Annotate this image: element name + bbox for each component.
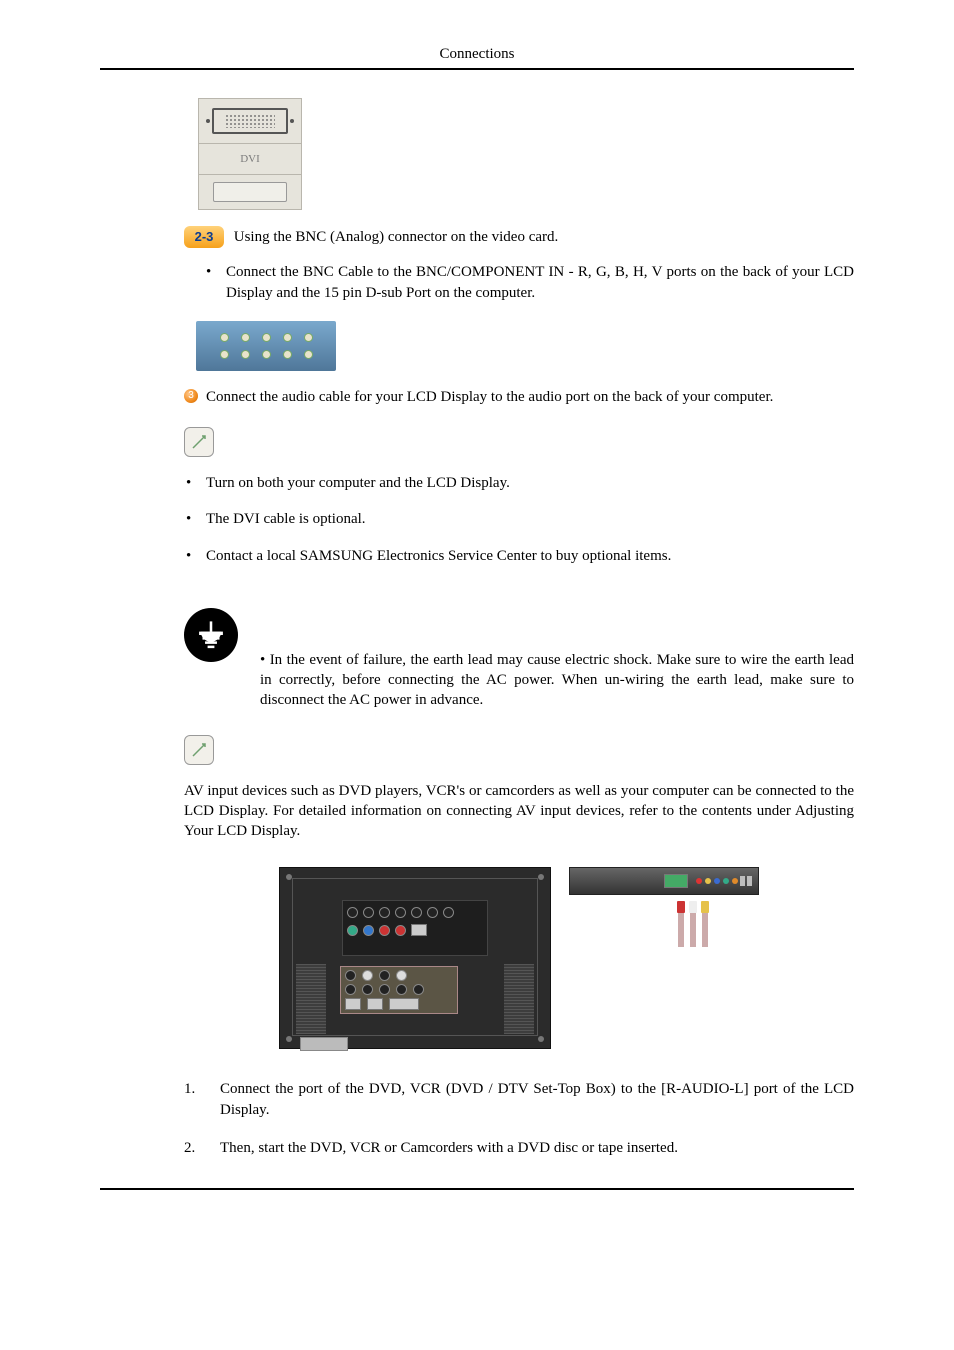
step-badge-2-3: 2-3 xyxy=(184,226,224,248)
footer-rule xyxy=(100,1188,854,1190)
rca-cables xyxy=(677,901,759,947)
step-2-3: 2-3 Using the BNC (Analog) connector on … xyxy=(184,226,854,248)
step-2-3-text: Using the BNC (Analog) connector on the … xyxy=(234,229,559,245)
note-icon xyxy=(184,427,214,457)
av-paragraph: AV input devices such as DVD players, VC… xyxy=(184,781,854,842)
ground-text-content: In the event of failure, the earth lead … xyxy=(260,652,854,709)
ground-icon xyxy=(184,608,238,662)
lcd-back-panel xyxy=(279,867,551,1049)
io-highlight-box xyxy=(340,966,458,1014)
note1-item: Turn on both your computer and the LCD D… xyxy=(184,473,854,493)
set-top-box xyxy=(569,867,759,1049)
step-badge-3: 3 xyxy=(184,389,198,403)
page-header: Connections xyxy=(100,44,854,64)
note1-item: Contact a local SAMSUNG Electronics Serv… xyxy=(184,546,854,566)
note1-item: The DVI cable is optional. xyxy=(184,509,854,529)
numbered-step-1: Connect the port of the DVD, VCR (DVD / … xyxy=(184,1079,854,1120)
note-icon xyxy=(184,735,214,765)
step-2-3-bullet: Connect the BNC Cable to the BNC/COMPONE… xyxy=(198,262,854,303)
ground-text: • In the event of failure, the earth lea… xyxy=(260,606,854,711)
bnc-connector-figure xyxy=(196,321,336,371)
av-connection-figure xyxy=(184,867,854,1049)
step-3-text: Connect the audio cable for your LCD Dis… xyxy=(206,387,773,407)
dvi-label: DVI xyxy=(199,144,301,175)
step-3: 3 Connect the audio cable for your LCD D… xyxy=(184,387,854,407)
dvi-port-figure: DVI xyxy=(198,98,302,210)
ground-warning: • In the event of failure, the earth lea… xyxy=(184,606,854,711)
numbered-step-2: Then, start the DVD, VCR or Camcorders w… xyxy=(184,1138,854,1158)
header-rule xyxy=(100,68,854,70)
